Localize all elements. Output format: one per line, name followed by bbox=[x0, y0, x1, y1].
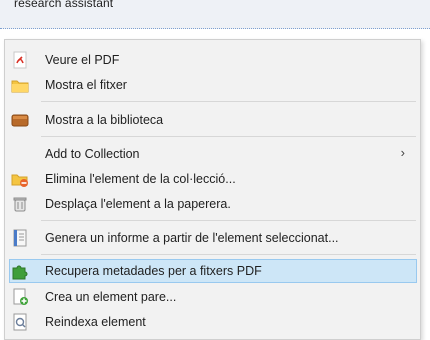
menu-item-label: Mostra el fitxer bbox=[45, 78, 127, 92]
menu-item-show-in-library[interactable]: Mostra a la biblioteca bbox=[9, 108, 417, 132]
puzzle-icon bbox=[11, 262, 29, 280]
menu-item-label: Recupera metadades per a fitxers PDF bbox=[45, 264, 262, 278]
menu-separator bbox=[41, 220, 416, 221]
menu-item-label: Genera un informe a partir de l'element … bbox=[45, 231, 339, 245]
chevron-right-icon: › bbox=[400, 145, 405, 160]
library-icon bbox=[11, 111, 29, 129]
menu-item-move-to-trash[interactable]: Desplaça l'element a la paperera. bbox=[9, 192, 417, 216]
menu-item-generate-report[interactable]: Genera un informe a partir de l'element … bbox=[9, 226, 417, 250]
trash-icon bbox=[11, 195, 29, 213]
report-icon bbox=[11, 229, 29, 247]
menu-item-label: Mostra a la biblioteca bbox=[45, 113, 164, 127]
pdf-icon bbox=[11, 51, 29, 69]
new-parent-icon bbox=[11, 288, 29, 306]
menu-item-remove-from-collection[interactable]: Elimina l'element de la col·lecció... bbox=[9, 167, 417, 191]
remove-from-collection-icon bbox=[11, 170, 29, 188]
menu-item-label: Veure el PDF bbox=[45, 53, 120, 67]
header-text-fragment: research assistant bbox=[14, 0, 114, 10]
menu-item-label: Reindexa element bbox=[45, 315, 146, 329]
menu-item-label: Add to Collection bbox=[45, 147, 140, 161]
folder-icon bbox=[11, 76, 29, 94]
menu-separator bbox=[41, 254, 416, 255]
menu-separator bbox=[41, 136, 416, 137]
menu-item-retrieve-pdf-metadata[interactable]: Recupera metadades per a fitxers PDF bbox=[9, 259, 417, 283]
menu-item-label: Elimina l'element de la col·lecció... bbox=[45, 172, 236, 186]
menu-item-label: Crea un element pare... bbox=[45, 290, 177, 304]
menu-item-show-file[interactable]: Mostra el fitxer bbox=[9, 73, 417, 97]
menu-item-create-parent[interactable]: Crea un element pare... bbox=[9, 285, 417, 309]
menu-item-label: Desplaça l'element a la paperera. bbox=[45, 197, 231, 211]
menu-item-view-pdf[interactable]: Veure el PDF bbox=[9, 48, 417, 72]
items-pane-header: research assistant bbox=[0, 0, 430, 29]
context-menu: Veure el PDF Mostra el fitxer Mostra a l… bbox=[4, 39, 421, 340]
reindex-icon bbox=[11, 313, 29, 331]
menu-item-reindex[interactable]: Reindexa element bbox=[9, 310, 417, 334]
menu-separator bbox=[41, 101, 416, 102]
menu-item-add-to-collection[interactable]: Add to Collection › bbox=[9, 142, 417, 166]
